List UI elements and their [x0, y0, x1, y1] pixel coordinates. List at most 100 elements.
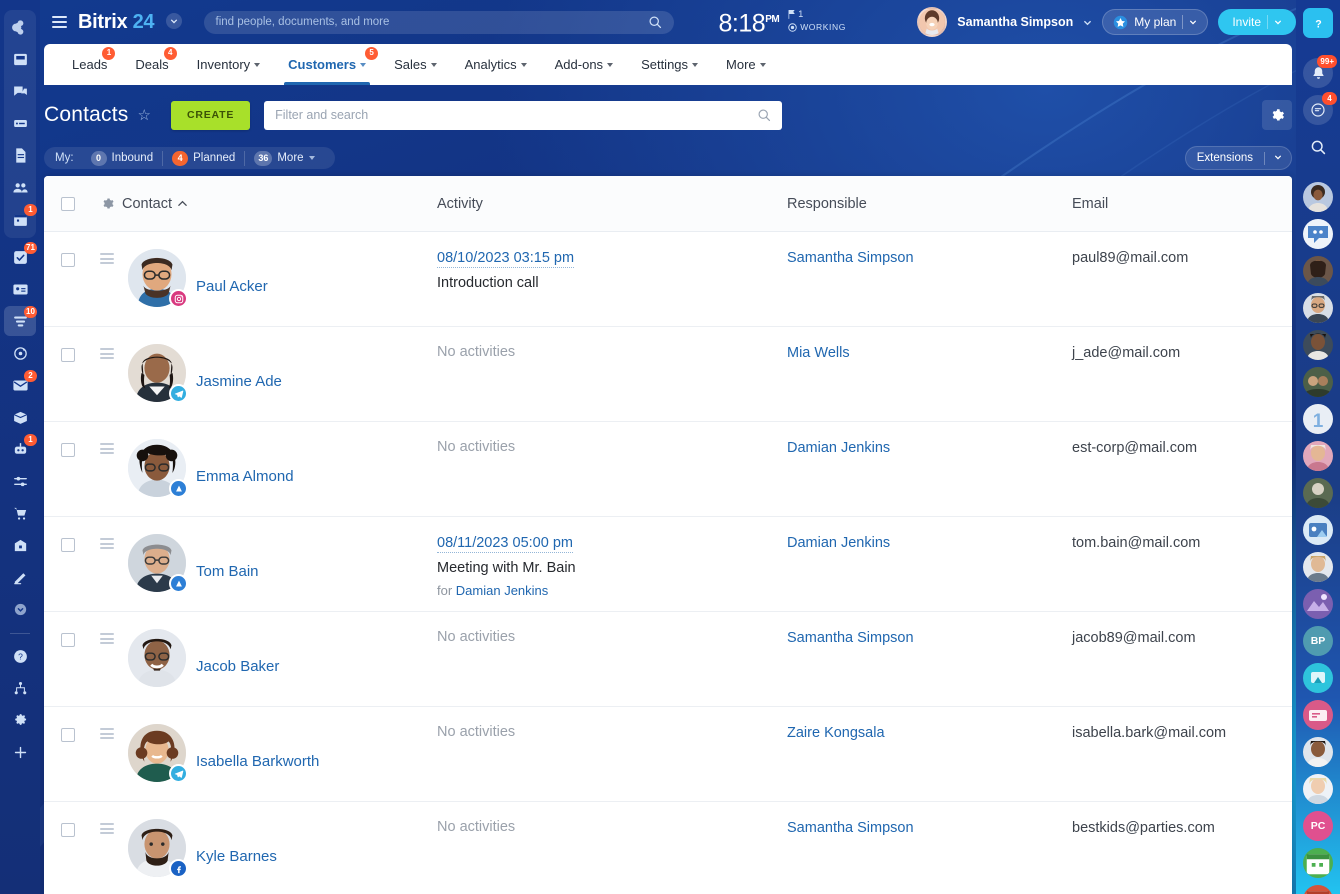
list-item[interactable] [1303, 256, 1333, 286]
telegram-icon[interactable] [169, 764, 188, 783]
contact-name-link[interactable]: Isabella Barkworth [196, 753, 319, 770]
global-search-input[interactable]: find people, documents, and more [204, 11, 674, 34]
responsible-link[interactable]: Zaire Kongsala [787, 725, 885, 741]
counter-more[interactable]: 36 More [244, 151, 323, 166]
table-row[interactable]: Emma Almond No activities Damian Jenkins… [44, 422, 1292, 517]
email-value[interactable]: tom.bain@mail.com [1072, 535, 1200, 551]
drag-handle-icon[interactable] [100, 823, 114, 834]
tab-leads[interactable]: Leads 1 [58, 44, 121, 85]
app-logo[interactable]: Bitrix 24 [78, 11, 182, 34]
sidebar-item-documents[interactable] [4, 140, 36, 170]
contact-name-link[interactable]: Emma Almond [196, 468, 294, 485]
table-row[interactable]: Jasmine Ade No activities Mia Wells j_ad… [44, 327, 1292, 422]
email-value[interactable]: est-corp@mail.com [1072, 440, 1197, 456]
tab-settings[interactable]: Settings [627, 44, 712, 85]
responsible-link[interactable]: Damian Jenkins [787, 440, 890, 456]
row-checkbox[interactable] [61, 823, 75, 837]
list-item[interactable] [1303, 663, 1333, 693]
sidebar-item-drive[interactable] [4, 108, 36, 138]
logo-chevron-down-icon[interactable] [166, 13, 182, 29]
sidebar-item-sitemap[interactable] [4, 673, 36, 703]
tab-deals[interactable]: Deals 4 [121, 44, 182, 85]
favorite-star-icon[interactable]: ☆ [137, 106, 150, 124]
menu-toggle-button[interactable] [40, 16, 78, 28]
email-value[interactable]: isabella.bark@mail.com [1072, 725, 1226, 741]
list-item[interactable] [1303, 848, 1333, 878]
list-item[interactable] [1303, 330, 1333, 360]
activity-date-link[interactable]: 08/10/2023 03:15 pm [437, 250, 574, 268]
sidebar-item-help[interactable]: ? [4, 641, 36, 671]
tab-analytics[interactable]: Analytics [451, 44, 541, 85]
sidebar-item-chat[interactable] [4, 76, 36, 106]
responsible-link[interactable]: Samantha Simpson [787, 250, 914, 266]
list-item[interactable] [1303, 774, 1333, 804]
work-status[interactable]: WORKING [788, 22, 846, 32]
email-value[interactable]: j_ade@mail.com [1072, 345, 1180, 361]
list-item[interactable] [1303, 737, 1333, 767]
settings-gear-button[interactable] [1262, 100, 1292, 130]
avatar[interactable] [917, 7, 947, 37]
sidebar-item-tasks[interactable]: 71 [4, 242, 36, 272]
invite-button[interactable]: Invite [1218, 9, 1296, 35]
telegram-icon[interactable] [169, 384, 188, 403]
activity-for-link[interactable]: Damian Jenkins [456, 583, 549, 598]
tab-inventory[interactable]: Inventory [183, 44, 274, 85]
table-row[interactable]: Tom Bain 08/11/2023 05:00 pm Meeting wit… [44, 517, 1292, 612]
table-row[interactable]: Kyle Barnes No activities Samantha Simps… [44, 802, 1292, 894]
user-name[interactable]: Samantha Simpson [957, 15, 1073, 29]
tab-sales[interactable]: Sales [380, 44, 451, 85]
list-item[interactable] [1303, 885, 1333, 894]
sidebar-item-contact-card[interactable] [4, 274, 36, 304]
sidebar-item-settings-sliders[interactable] [4, 466, 36, 496]
row-checkbox[interactable] [61, 633, 75, 647]
sidebar-item-more-circle[interactable] [4, 594, 36, 624]
user-chevron-down-icon[interactable] [1083, 18, 1092, 27]
contact-name-link[interactable]: Kyle Barnes [196, 848, 277, 865]
sidebar-item-automation[interactable]: 1 [4, 434, 36, 464]
avatar[interactable] [128, 629, 186, 687]
clock-widget[interactable]: 8:18PM 1 WORKING [719, 8, 846, 35]
chevron-down-icon[interactable] [1274, 18, 1282, 26]
sidebar-item-add[interactable] [4, 737, 36, 767]
drag-handle-icon[interactable] [100, 538, 114, 549]
table-row[interactable]: Paul Acker 08/10/2023 03:15 pm Introduct… [44, 232, 1292, 327]
list-item[interactable] [1303, 700, 1333, 730]
sidebar-item-news-feed[interactable] [4, 44, 36, 74]
avito-icon[interactable] [169, 574, 188, 593]
rail-search-button[interactable] [1303, 132, 1333, 162]
sidebar-item-sites[interactable] [4, 338, 36, 368]
list-item[interactable] [1303, 182, 1333, 212]
contact-name-link[interactable]: Tom Bain [196, 563, 259, 580]
responsible-link[interactable]: Samantha Simpson [787, 630, 914, 646]
list-item[interactable] [1303, 441, 1333, 471]
chevron-down-icon[interactable] [1189, 18, 1197, 26]
sidebar-item-mail[interactable]: 2 [4, 370, 36, 400]
filter-search-input[interactable]: Filter and search [264, 101, 782, 130]
sidebar-item-calendar[interactable]: 1 [4, 204, 36, 234]
drag-handle-icon[interactable] [100, 728, 114, 739]
contact-name-link[interactable]: Jacob Baker [196, 658, 279, 675]
extensions-button[interactable]: Extensions [1185, 146, 1292, 170]
list-item[interactable] [1303, 589, 1333, 619]
column-header-email[interactable]: Email [1072, 196, 1292, 212]
sidebar-item-inventory[interactable] [4, 402, 36, 432]
counter-inbound[interactable]: 0 Inbound [82, 151, 163, 166]
row-checkbox[interactable] [61, 538, 75, 552]
responsible-link[interactable]: Damian Jenkins [787, 535, 890, 551]
sidebar-item-bitrix-flow-icon[interactable] [4, 12, 36, 42]
tab-more[interactable]: More [712, 44, 780, 85]
list-item[interactable]: PC [1303, 811, 1333, 841]
activity-date-link[interactable]: 08/11/2023 05:00 pm [437, 535, 573, 553]
my-plan-button[interactable]: My plan [1102, 9, 1208, 35]
select-all-checkbox[interactable] [61, 197, 75, 211]
counter-planned[interactable]: 4 Planned [162, 151, 244, 166]
row-checkbox[interactable] [61, 728, 75, 742]
column-header-activity[interactable]: Activity [437, 196, 787, 212]
list-item[interactable] [1303, 219, 1333, 249]
list-item[interactable] [1303, 552, 1333, 582]
sidebar-item-crm-funnel[interactable]: 10 [4, 306, 36, 336]
row-checkbox[interactable] [61, 348, 75, 362]
list-item[interactable] [1303, 293, 1333, 323]
email-value[interactable]: bestkids@parties.com [1072, 820, 1215, 836]
contact-name-link[interactable]: Jasmine Ade [196, 373, 282, 390]
